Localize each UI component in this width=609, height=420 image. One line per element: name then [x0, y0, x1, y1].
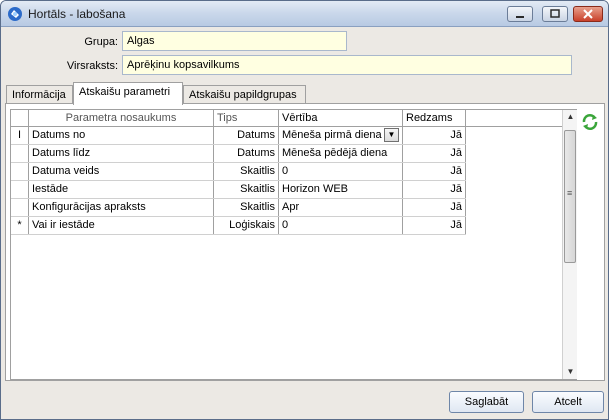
- group-label: Grupa:: [84, 36, 118, 48]
- cancel-button[interactable]: Atcelt: [532, 391, 604, 413]
- cell-value[interactable]: Apr: [279, 199, 403, 216]
- minimize-icon: [516, 16, 524, 18]
- table-row[interactable]: * Vai ir iestāde Loģiskais 0 Jā: [11, 217, 466, 235]
- grip-icon: ≡: [567, 188, 573, 198]
- header-selector: [11, 110, 29, 126]
- maximize-icon: [550, 9, 560, 18]
- tab-atskaisu-parametri[interactable]: Atskaišu parametri: [73, 82, 183, 105]
- cell-type[interactable]: Datums: [214, 145, 279, 162]
- scroll-thumb[interactable]: ≡: [564, 130, 576, 263]
- cell-type[interactable]: Loģiskais: [214, 217, 279, 234]
- row-marker: [11, 145, 29, 162]
- cell-type[interactable]: Datums: [214, 127, 279, 144]
- close-icon: [583, 9, 593, 19]
- table-row[interactable]: Konfigurācijas apraksts Skaitlis Apr Jā: [11, 199, 466, 217]
- dropdown-button[interactable]: ▼: [384, 128, 399, 142]
- cell-value[interactable]: 0: [279, 217, 403, 234]
- cell-visible[interactable]: Jā: [403, 163, 466, 180]
- cell-name[interactable]: Datuma veids: [29, 163, 214, 180]
- scroll-down-button[interactable]: ▼: [563, 365, 578, 379]
- close-button[interactable]: [573, 6, 603, 22]
- row-marker: [11, 199, 29, 216]
- cell-name[interactable]: Datums no: [29, 127, 214, 144]
- group-input[interactable]: Algas: [122, 31, 347, 51]
- cell-value: Mēneša pirmā diena: [282, 129, 382, 141]
- vertical-scrollbar[interactable]: ▲ ≡ ▼: [562, 110, 577, 379]
- chevron-up-icon: ▲: [566, 112, 575, 121]
- window-title: Hortāls - labošana: [28, 7, 126, 21]
- table-row[interactable]: Datuma veids Skaitlis 0 Jā: [11, 163, 466, 181]
- cell-name[interactable]: Iestāde: [29, 181, 214, 198]
- cell-visible[interactable]: Jā: [403, 181, 466, 198]
- row-marker: [11, 181, 29, 198]
- cell-name[interactable]: Datums līdz: [29, 145, 214, 162]
- cell-visible[interactable]: Jā: [403, 145, 466, 162]
- parameters-grid: Parametra nosaukums Tips Vērtība Redzams…: [10, 109, 577, 380]
- chevron-down-icon: ▼: [566, 367, 575, 376]
- tab-panel: Parametra nosaukums Tips Vērtība Redzams…: [5, 103, 605, 381]
- refresh-icon[interactable]: [581, 113, 599, 131]
- cell-visible[interactable]: Jā: [403, 217, 466, 234]
- title-bar[interactable]: Hortāls - labošana: [1, 1, 608, 27]
- cell-value-dropdown[interactable]: Mēneša pirmā diena ▼: [279, 127, 403, 144]
- heading-input[interactable]: Aprēķinu kopsavilkums: [122, 55, 572, 75]
- scroll-up-button[interactable]: ▲: [563, 110, 578, 124]
- column-header-type[interactable]: Tips: [214, 110, 279, 126]
- cell-visible[interactable]: Jā: [403, 127, 466, 144]
- cell-type[interactable]: Skaitlis: [214, 181, 279, 198]
- app-icon: [8, 7, 22, 21]
- save-button[interactable]: Saglabāt: [449, 391, 524, 413]
- table-row[interactable]: I Datums no Datums Mēneša pirmā diena ▼ …: [11, 127, 466, 145]
- column-header-name[interactable]: Parametra nosaukums: [29, 110, 214, 126]
- table-row[interactable]: Datums līdz Datums Mēneša pēdējā diena J…: [11, 145, 466, 163]
- cell-type[interactable]: Skaitlis: [214, 199, 279, 216]
- row-marker: I: [11, 127, 29, 144]
- chevron-down-icon: ▼: [387, 130, 396, 139]
- cell-value[interactable]: Horizon WEB: [279, 181, 403, 198]
- dialog-window: Hortāls - labošana Grupa: Algas Virsraks…: [0, 0, 609, 420]
- maximize-button[interactable]: [542, 6, 568, 22]
- cell-name[interactable]: Vai ir iestāde: [29, 217, 214, 234]
- heading-label: Virsraksts:: [66, 60, 118, 72]
- column-header-value[interactable]: Vērtība: [279, 110, 403, 126]
- tab-atskaisu-papildgrupas[interactable]: Atskaišu papildgrupas: [183, 85, 306, 104]
- table-row[interactable]: Iestāde Skaitlis Horizon WEB Jā: [11, 181, 466, 199]
- cell-value[interactable]: Mēneša pēdējā diena: [279, 145, 403, 162]
- column-header-visible[interactable]: Redzams: [403, 110, 466, 126]
- cell-visible[interactable]: Jā: [403, 199, 466, 216]
- row-marker: *: [11, 217, 29, 234]
- cell-type[interactable]: Skaitlis: [214, 163, 279, 180]
- row-marker: [11, 163, 29, 180]
- cell-value[interactable]: 0: [279, 163, 403, 180]
- cell-name[interactable]: Konfigurācijas apraksts: [29, 199, 214, 216]
- tab-informacija[interactable]: Informācija: [6, 85, 73, 104]
- minimize-button[interactable]: [507, 6, 533, 22]
- grid-header: Parametra nosaukums Tips Vērtība Redzams: [11, 110, 562, 127]
